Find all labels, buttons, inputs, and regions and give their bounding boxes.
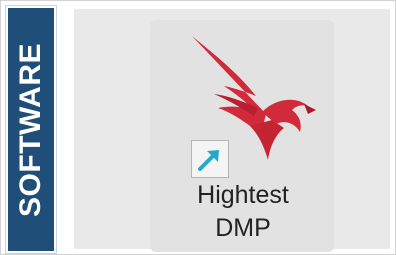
shortcut-label: Hightest DMP <box>197 181 289 242</box>
category-label: SOFTWARE <box>14 42 47 217</box>
category-tab: SOFTWARE <box>6 6 56 253</box>
product-card: SOFTWARE Hightest DMP <box>0 0 396 255</box>
shortcut-overlay <box>191 140 229 178</box>
shortcut-arrow-icon <box>198 150 219 171</box>
